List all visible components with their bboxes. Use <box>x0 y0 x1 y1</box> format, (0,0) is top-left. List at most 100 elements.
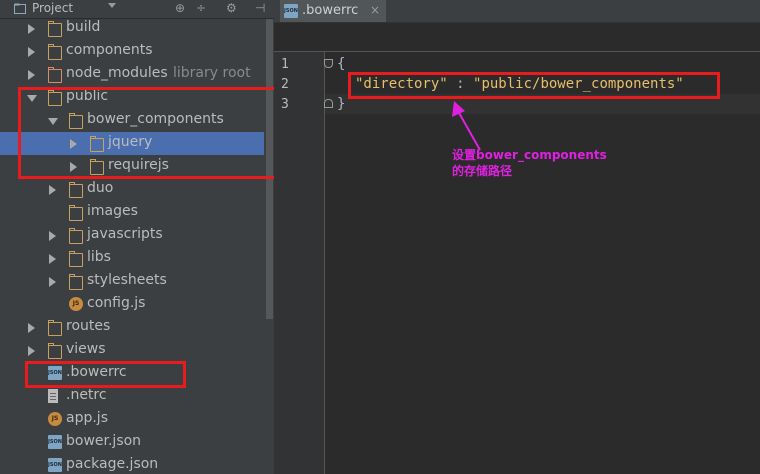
expand-arrow-icon[interactable] <box>49 254 56 264</box>
fold-marker-icon[interactable] <box>324 99 333 108</box>
expand-arrow-icon[interactable] <box>28 47 35 57</box>
editor-tab-bar: JSON .bowerrc × <box>274 0 760 23</box>
project-panel-title[interactable]: Project <box>32 1 73 15</box>
tree-item-label: views <box>66 341 106 357</box>
tree-item-app-js[interactable]: JS app.js <box>0 408 264 431</box>
js-file-icon: JS <box>48 412 62 426</box>
json-file-icon: JSON <box>48 435 62 449</box>
project-icon <box>14 3 26 14</box>
tree-item-label: bower_components <box>87 111 224 127</box>
project-panel: Project ⊕ ÷ ⚙ ⊣ build components node_modu… <box>0 0 274 474</box>
code-area[interactable] <box>325 52 760 474</box>
tree-item-node-modules[interactable]: node_modules library root <box>0 63 264 86</box>
folder-icon <box>69 205 83 221</box>
tree-item-duo[interactable]: duo <box>0 178 264 201</box>
tree-item-label: bower.json <box>66 433 142 449</box>
tree-item-jquery[interactable]: jquery <box>0 132 264 155</box>
close-tab-icon[interactable]: × <box>370 3 380 17</box>
folder-icon <box>48 67 62 83</box>
tree-item-label: duo <box>87 180 114 196</box>
folder-icon <box>48 320 62 336</box>
folder-icon <box>48 90 62 106</box>
folder-icon <box>69 182 83 198</box>
settings-gear-icon[interactable]: ⚙ <box>226 1 237 15</box>
hide-panel-icon[interactable]: ⊣ <box>255 1 265 15</box>
collapse-arrow-icon[interactable] <box>27 95 37 102</box>
json-file-icon: JSON <box>48 366 62 380</box>
code-line-1: { <box>337 56 346 72</box>
tree-item-label: routes <box>66 318 111 334</box>
tree-item-label: package.json <box>66 456 159 472</box>
json-file-icon: JSON <box>48 458 62 472</box>
project-view-dropdown-icon[interactable] <box>108 3 116 8</box>
folder-icon <box>48 44 62 60</box>
editor-top-strip <box>274 23 760 52</box>
tree-item-bower-components[interactable]: bower_components <box>0 109 264 132</box>
annotation-line-2: 的存储路径 <box>452 164 513 178</box>
tree-item-requirejs[interactable]: requirejs <box>0 155 264 178</box>
tab-bowerrc[interactable]: JSON .bowerrc × <box>280 0 386 22</box>
folder-icon <box>69 251 83 267</box>
text-file-icon <box>48 389 58 403</box>
tree-item-label: app.js <box>66 410 108 426</box>
tree-item-label: libs <box>87 249 111 265</box>
fold-marker-icon[interactable] <box>324 59 333 68</box>
expand-arrow-icon[interactable] <box>70 162 77 172</box>
collapse-all-icon[interactable]: ÷ <box>196 1 206 15</box>
tree-item-javascripts[interactable]: javascripts <box>0 224 264 247</box>
tree-item-label: build <box>66 19 101 35</box>
tree-item-routes[interactable]: routes <box>0 316 264 339</box>
tree-item-label: images <box>87 203 138 219</box>
expand-arrow-icon[interactable] <box>49 185 56 195</box>
expand-arrow-icon[interactable] <box>28 346 35 356</box>
code-line-2: "directory" : "public/bower_components" <box>355 76 684 92</box>
annotation-line-1: 设置bower_components <box>452 148 607 162</box>
json-file-icon: JSON <box>284 4 298 18</box>
expand-arrow-icon[interactable] <box>28 70 35 80</box>
tree-item-label: public <box>66 88 109 104</box>
expand-arrow-icon[interactable] <box>49 231 56 241</box>
project-tree-scrollbar[interactable] <box>264 19 274 474</box>
tree-item-label: javascripts <box>87 226 163 242</box>
tree-item-label: .bowerrc <box>66 364 127 380</box>
json-value: "public/bower_components" <box>473 76 684 92</box>
expand-arrow-icon[interactable] <box>28 24 35 34</box>
collapse-arrow-icon[interactable] <box>48 118 58 125</box>
tree-item-label: config.js <box>87 295 146 311</box>
tree-item-libs[interactable]: libs <box>0 247 264 270</box>
expand-arrow-icon[interactable] <box>28 323 35 333</box>
folder-icon <box>48 343 62 359</box>
expand-arrow-icon[interactable] <box>49 277 56 287</box>
tree-item-public[interactable]: public <box>0 86 264 109</box>
folder-icon <box>69 228 83 244</box>
code-line-3: } <box>337 96 346 112</box>
annotation-arrow-icon <box>452 101 481 151</box>
tree-item-label: .netrc <box>66 387 107 403</box>
expand-arrow-icon[interactable] <box>70 139 77 149</box>
js-file-icon: JS <box>69 297 83 311</box>
tab-label: .bowerrc <box>302 3 359 18</box>
tree-item-package-json[interactable]: JSON package.json <box>0 454 264 474</box>
editor-gutter <box>274 52 324 474</box>
tree-item-label: stylesheets <box>87 272 167 288</box>
folder-icon <box>90 136 104 152</box>
tree-item-config-js[interactable]: JS config.js <box>0 293 264 316</box>
annotation-text: 设置bower_components 的存储路径 <box>452 147 607 179</box>
tree-item-label: node_modules <box>66 65 168 81</box>
tree-item-label: components <box>66 42 153 58</box>
tree-item-bowerrc[interactable]: JSON .bowerrc <box>0 362 264 385</box>
scrollbar-thumb[interactable] <box>266 19 273 319</box>
tree-item-views[interactable]: views <box>0 339 264 362</box>
current-line-highlight <box>325 94 760 114</box>
line-number: 1 <box>281 57 289 72</box>
json-key: "directory" <box>355 76 448 92</box>
tree-item-stylesheets[interactable]: stylesheets <box>0 270 264 293</box>
tree-item-images[interactable]: images <box>0 201 264 224</box>
tree-item-bower-json[interactable]: JSON bower.json <box>0 431 264 454</box>
line-number: 3 <box>281 97 289 112</box>
tree-item-netrc[interactable]: .netrc <box>0 385 264 408</box>
tree-item-build[interactable]: build <box>0 17 264 40</box>
scroll-from-source-icon[interactable]: ⊕ <box>175 1 185 15</box>
tree-item-components[interactable]: components <box>0 40 264 63</box>
tree-item-label: jquery <box>108 134 153 150</box>
